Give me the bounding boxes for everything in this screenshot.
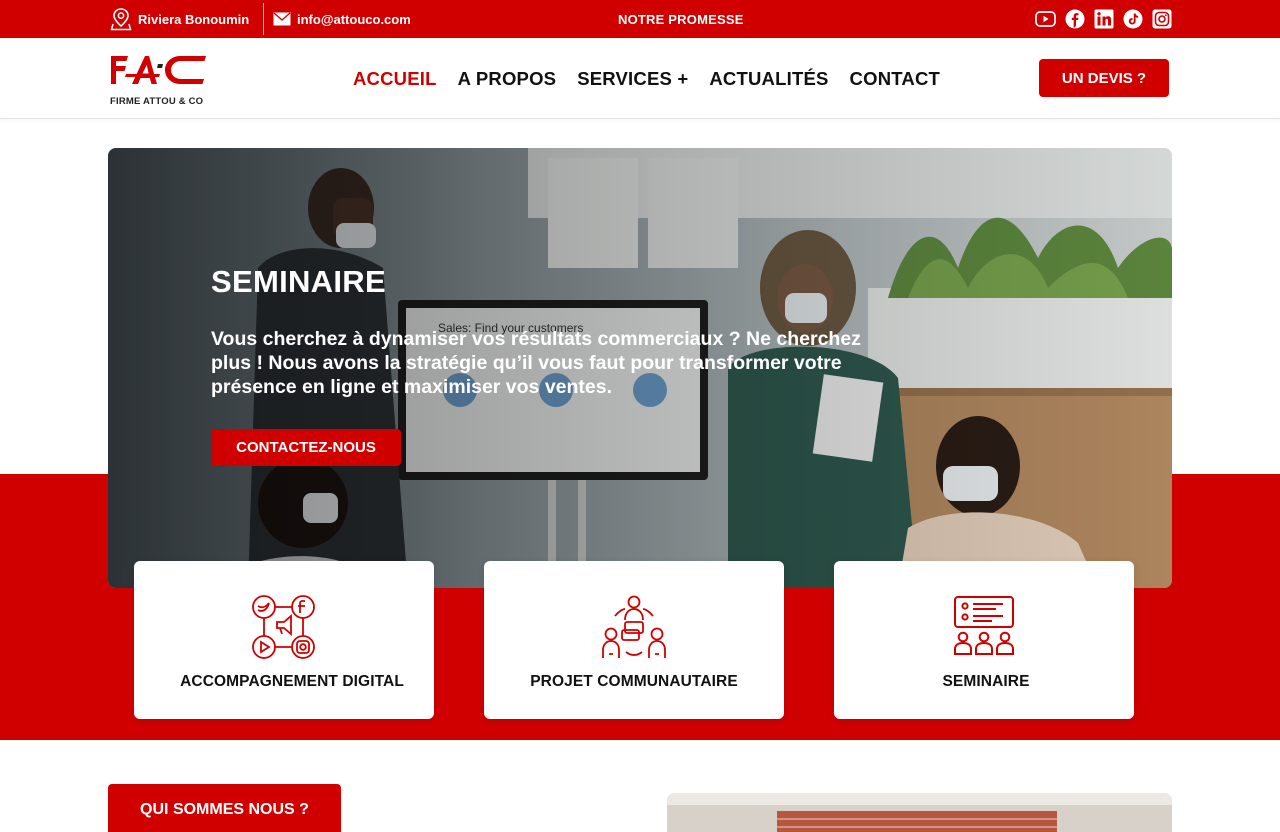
- service-card-community[interactable]: PROJET COMMUNAUTAIRE: [484, 561, 784, 719]
- seminar-icon: [834, 594, 1134, 660]
- about-image: [667, 793, 1172, 832]
- service-label-seminar: SEMINAIRE: [942, 673, 1030, 690]
- hero-description: Vous cherchez à dynamiser vos résultats …: [211, 328, 861, 398]
- brand-logo[interactable]: FIRME ATTOU & CO: [110, 52, 210, 108]
- instagram-icon[interactable]: [1151, 9, 1172, 30]
- nav-actualites[interactable]: ACTUALITÉS: [709, 68, 828, 90]
- linkedin-icon[interactable]: [1093, 9, 1114, 30]
- quote-button[interactable]: UN DEVIS ?: [1039, 59, 1169, 97]
- email-info[interactable]: info@attouco.com: [273, 0, 411, 38]
- nav-contact[interactable]: CONTACT: [850, 68, 940, 90]
- service-label-community: PROJET COMMUNAUTAIRE: [530, 673, 738, 690]
- tiktok-icon[interactable]: [1122, 9, 1143, 30]
- topbar-divider: [263, 3, 264, 35]
- youtube-icon[interactable]: [1035, 9, 1056, 30]
- top-bar: Riviera Bonoumin info@attouco.com NOTRE …: [0, 0, 1280, 38]
- about-heading-button[interactable]: QUI SOMMES NOUS ?: [108, 784, 341, 832]
- mail-icon: [273, 12, 291, 26]
- community-icon: [484, 594, 784, 660]
- logo-subtitle: FIRME ATTOU & CO: [110, 96, 204, 107]
- social-media-icon: [134, 594, 434, 660]
- hero-title: SEMINAIRE: [211, 264, 386, 299]
- fac-logo-mark: [111, 56, 206, 84]
- service-label-digital: ACCOMPAGNEMENT DIGITAL: [180, 673, 404, 690]
- facebook-icon[interactable]: [1064, 9, 1085, 30]
- email-link[interactable]: info@attouco.com: [297, 12, 411, 27]
- nav-services[interactable]: SERVICES +: [577, 68, 688, 90]
- nav-accueil[interactable]: ACCUEIL: [353, 68, 437, 90]
- service-card-seminar[interactable]: SEMINAIRE: [834, 561, 1134, 719]
- location-info: Riviera Bonoumin: [110, 0, 249, 38]
- map-pin-icon: [110, 8, 132, 31]
- hero-banner: Sales: Find your customers SEMINAIRE Vou…: [108, 148, 1172, 588]
- social-links: [1035, 0, 1172, 38]
- location-text: Riviera Bonoumin: [138, 11, 250, 27]
- main-header: FIRME ATTOU & CO ACCUEIL A PROPOS SERVIC…: [0, 38, 1280, 119]
- nav-a-propos[interactable]: A PROPOS: [458, 68, 557, 90]
- main-nav: ACCUEIL A PROPOS SERVICES + ACTUALITÉS C…: [353, 38, 940, 119]
- service-card-digital[interactable]: ACCOMPAGNEMENT DIGITAL: [134, 561, 434, 719]
- promise-link[interactable]: NOTRE PROMESSE: [618, 0, 744, 38]
- contact-us-button[interactable]: CONTACTEZ-NOUS: [211, 429, 401, 466]
